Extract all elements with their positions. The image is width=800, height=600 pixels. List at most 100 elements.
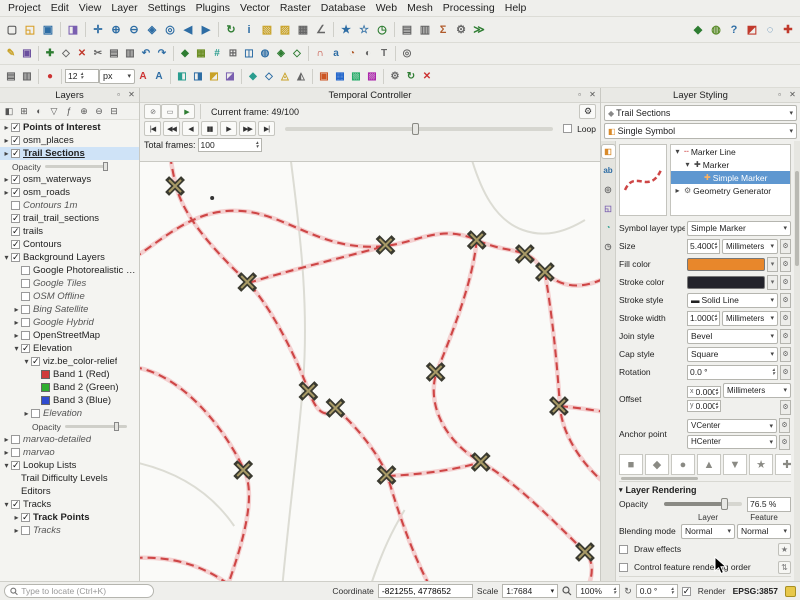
color-dropdown-icon[interactable]: ▾ <box>767 257 778 272</box>
menu-settings[interactable]: Settings <box>143 1 191 15</box>
temporal-settings-button[interactable]: ⚙ <box>579 104 596 119</box>
magnifier-input[interactable]: 100% ▴▾ <box>576 584 620 598</box>
undo-button[interactable]: ↶ <box>138 46 154 62</box>
marker-shape-option-5[interactable]: ★ <box>749 454 773 475</box>
opacity-slider[interactable] <box>45 165 107 168</box>
statistical-summary-button[interactable]: Σ <box>434 21 452 39</box>
layer-checkbox[interactable] <box>21 266 30 275</box>
3d-view-tab[interactable]: ◱ <box>602 202 615 215</box>
mesh-calculator-button[interactable]: ◧ <box>174 68 190 84</box>
zoom-next-button[interactable]: ▶ <box>197 21 215 39</box>
symbol-tree-item-simple-marker[interactable]: ✚Simple Marker <box>671 171 790 184</box>
draw-effects-checkbox[interactable] <box>619 545 628 554</box>
gps-tools-button[interactable]: ◇ <box>261 68 277 84</box>
cut-features-button[interactable]: ✂ <box>90 46 106 62</box>
layer-item-trail-trail-sections[interactable]: trail_trail_sections <box>0 212 139 225</box>
symbol-layer-type-select[interactable]: Simple Marker ▾ <box>687 221 791 236</box>
add-vector-layer-button[interactable]: ◆ <box>177 46 193 62</box>
data-defined-override-button[interactable]: ⚙ <box>780 257 791 272</box>
layer-checkbox[interactable] <box>11 240 20 249</box>
interpolation-button[interactable]: ▦ <box>332 68 348 84</box>
raster-calculator-button[interactable]: ▣ <box>316 68 332 84</box>
manage-plugins-button[interactable]: ◆ <box>689 21 707 39</box>
opacity-slider-handle[interactable] <box>721 498 728 510</box>
expander-icon[interactable]: ▾ <box>12 344 21 353</box>
show-spatial-bookmarks-button[interactable]: ☆ <box>355 21 373 39</box>
diagrams-tab[interactable]: ◔ <box>602 221 615 234</box>
save-layer-edits-button[interactable]: ▣ <box>19 46 35 62</box>
add-wms-layer-button[interactable]: ◍ <box>257 46 273 62</box>
layer-item-lookup-lists[interactable]: ▾Lookup Lists <box>0 459 139 472</box>
expander-icon[interactable]: ▸ <box>2 448 11 457</box>
font-unit-select[interactable]: px ▾ <box>99 69 135 84</box>
opacity-handle[interactable] <box>103 162 108 171</box>
labels-tab[interactable]: ab <box>602 164 615 177</box>
expander-icon[interactable]: ▾ <box>683 160 692 169</box>
stroke-width-unit-select[interactable]: Millimeters ▾ <box>722 311 778 326</box>
close-toolbar-button[interactable]: ✕ <box>419 68 435 84</box>
delete-selected-button[interactable]: ✕ <box>74 46 90 62</box>
temporal-navigation-off-button[interactable]: ⊘ <box>144 104 161 119</box>
layer-checkbox[interactable] <box>31 409 40 418</box>
help-contents-button[interactable]: ? <box>725 21 743 39</box>
layer-item-band-1-red-[interactable]: Band 1 (Red) <box>0 368 139 381</box>
layer-checkbox[interactable] <box>21 344 30 353</box>
menu-project[interactable]: Project <box>3 1 46 15</box>
map-canvas[interactable] <box>140 162 600 581</box>
pause-button[interactable]: ▮▮ <box>201 121 218 136</box>
layer-item-contours-1m[interactable]: Contours 1m <box>0 199 139 212</box>
expander-icon[interactable]: ▾ <box>22 357 31 366</box>
expander-icon[interactable]: ▸ <box>2 175 11 184</box>
add-point-feature-button[interactable]: ✚ <box>42 46 58 62</box>
scrollbar-thumb[interactable] <box>795 171 799 266</box>
expander-icon[interactable]: ▾ <box>2 461 11 470</box>
layer-item-osm-roads[interactable]: ▸osm_roads <box>0 186 139 199</box>
frame-slider[interactable] <box>285 127 553 131</box>
open-project-button[interactable]: ◱ <box>21 21 39 39</box>
quickmap-services-button[interactable]: ◩ <box>743 21 761 39</box>
geometry-checker-button[interactable]: ◭ <box>293 68 309 84</box>
expander-icon[interactable]: ▸ <box>2 136 11 145</box>
styling-scrollbar[interactable] <box>794 141 800 581</box>
annotation-toolbar-button[interactable]: T <box>376 46 392 62</box>
play-backward-button[interactable]: ◀ <box>182 121 199 136</box>
layer-item-marvao[interactable]: ▸marvao <box>0 446 139 459</box>
float-panel-icon[interactable]: ▫ <box>113 89 124 100</box>
color-dropdown-icon[interactable]: ▾ <box>767 275 778 290</box>
feature-blend-select[interactable]: Normal ▾ <box>737 524 791 539</box>
metasearch-button[interactable]: ◌ <box>761 21 779 39</box>
python-console-button[interactable]: ≫ <box>470 21 488 39</box>
add-raster-layer-button[interactable]: ▦ <box>193 46 209 62</box>
opacity-input[interactable]: 76.5 % <box>747 497 791 512</box>
layer-item-track-points[interactable]: ▸Track Points <box>0 511 139 524</box>
layer-checkbox[interactable] <box>11 227 20 236</box>
layer-checkbox[interactable] <box>21 305 30 314</box>
first-aid-button[interactable]: ✚ <box>779 21 797 39</box>
paste-features-button[interactable]: ▥ <box>122 46 138 62</box>
deselect-features-button[interactable]: ▨ <box>276 21 294 39</box>
layer-checkbox[interactable] <box>11 435 20 444</box>
data-defined-override-button[interactable]: ⚙ <box>780 347 791 362</box>
open-layer-styling-panel-button[interactable]: ◧ <box>2 104 16 118</box>
copy-style-button[interactable]: ▤ <box>3 68 19 84</box>
layer-item-contours[interactable]: Contours <box>0 238 139 251</box>
menu-processing[interactable]: Processing <box>438 1 500 15</box>
project-crs-button[interactable]: ◎ <box>399 46 415 62</box>
spinner-arrows-icon[interactable]: ▴▾ <box>715 388 718 396</box>
mesh-timeseries-button[interactable]: ◨ <box>190 68 206 84</box>
remove-layer-button[interactable]: ⊟ <box>107 104 121 118</box>
options-button[interactable]: ⚙ <box>387 68 403 84</box>
layer-checkbox[interactable] <box>11 175 20 184</box>
spinner-arrows-icon[interactable]: ▴▾ <box>256 141 259 149</box>
control-order-checkbox[interactable] <box>619 563 628 572</box>
buffer-color-button[interactable]: A <box>151 68 167 84</box>
add-group-button[interactable]: ⊞ <box>17 104 31 118</box>
zoom-to-selection-button[interactable]: ◎ <box>161 21 179 39</box>
go-last-frame-button[interactable]: ▶| <box>258 121 275 136</box>
identify-features-button[interactable]: i <box>240 21 258 39</box>
zoom-out-button[interactable]: ⊖ <box>125 21 143 39</box>
layer-checkbox[interactable] <box>11 500 20 509</box>
refresh-plugins-button[interactable]: ↻ <box>403 68 419 84</box>
menu-plugins[interactable]: Plugins <box>191 1 235 15</box>
spinner-arrows-icon[interactable]: ▴▾ <box>714 242 717 250</box>
